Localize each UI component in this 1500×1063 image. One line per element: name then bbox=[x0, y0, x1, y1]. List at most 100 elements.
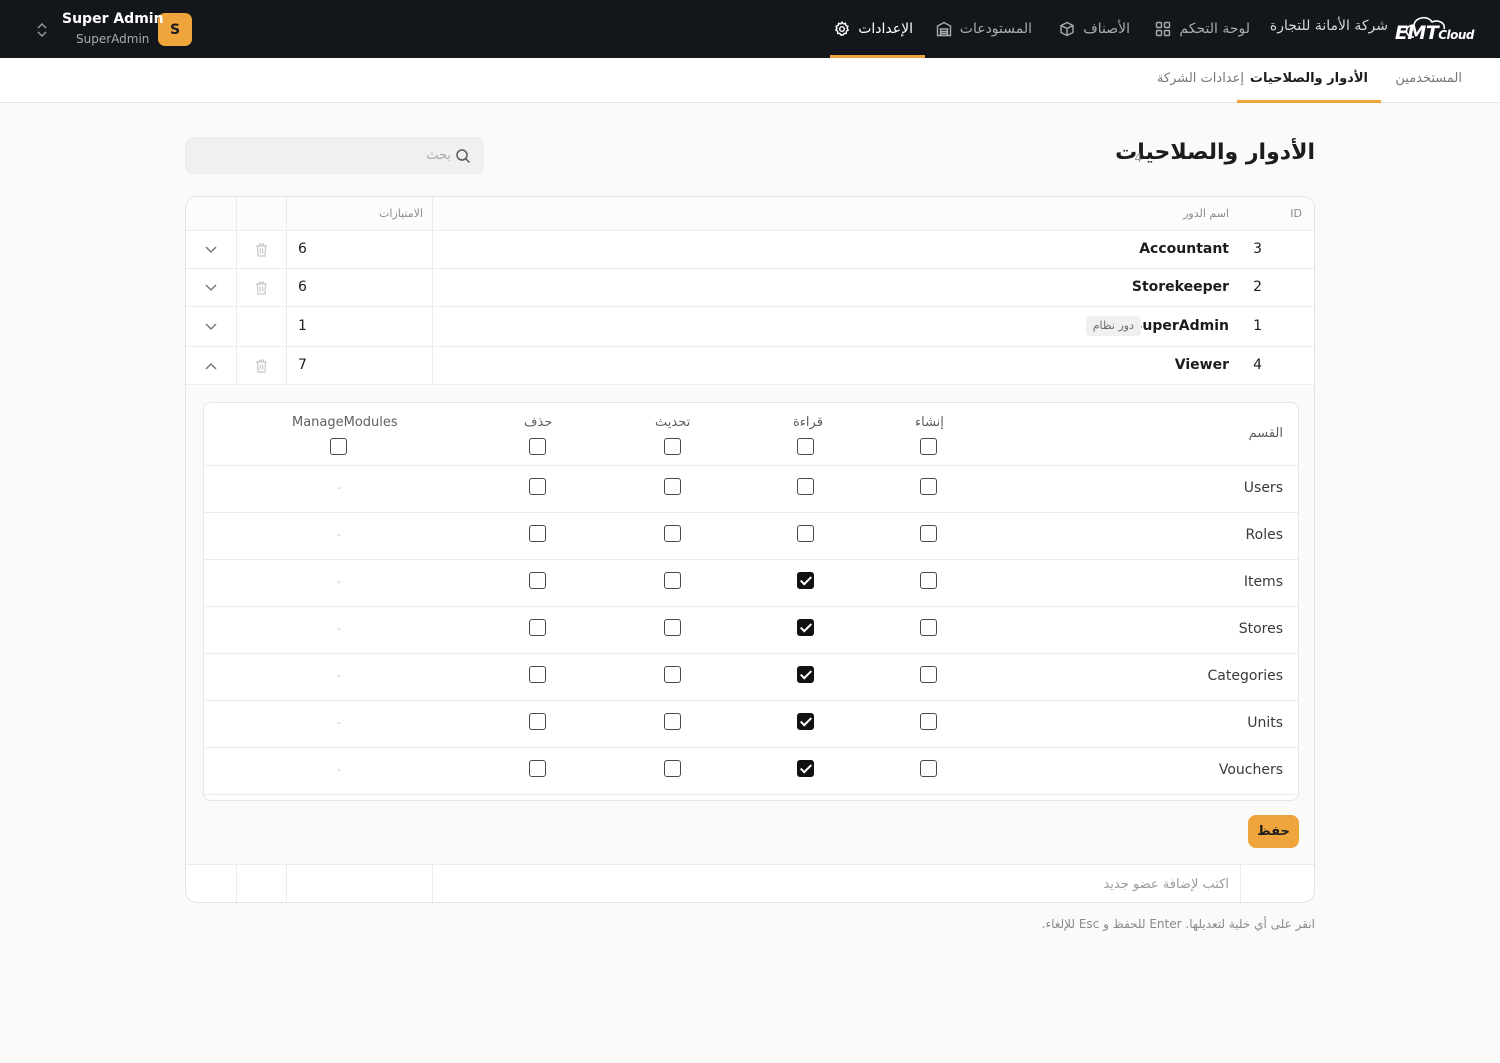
role-id: 3 bbox=[1253, 241, 1262, 257]
create-checkbox[interactable] bbox=[920, 525, 937, 542]
role-name[interactable]: Storekeeper bbox=[1132, 279, 1229, 295]
create-checkbox[interactable] bbox=[920, 760, 937, 777]
read-checkbox[interactable] bbox=[797, 760, 814, 777]
delete-checkbox[interactable] bbox=[529, 572, 546, 589]
manage-modules-value: - bbox=[337, 669, 341, 682]
table-header: ID اسم الدور الامتيازات bbox=[186, 197, 1314, 231]
update-checkbox[interactable] bbox=[664, 713, 681, 730]
permissions-matrix: القسم إنشاء قراءة تحديث حذف ManageModule… bbox=[203, 402, 1299, 801]
header-section: القسم bbox=[1248, 426, 1283, 441]
nav-settings[interactable]: الإعدادات bbox=[830, 0, 925, 58]
read-checkbox[interactable] bbox=[797, 666, 814, 683]
header-update: تحديث bbox=[655, 415, 691, 430]
system-role-badge: دور نظام bbox=[1085, 316, 1141, 336]
header-role-name: اسم الدور bbox=[1183, 207, 1229, 220]
select-all-manage-checkbox[interactable] bbox=[330, 438, 347, 455]
trash-icon[interactable] bbox=[255, 281, 268, 295]
delete-checkbox[interactable] bbox=[529, 478, 546, 495]
role-name[interactable]: Accountant bbox=[1139, 241, 1229, 257]
column-divider bbox=[432, 865, 433, 902]
create-checkbox[interactable] bbox=[920, 572, 937, 589]
section-label: Roles bbox=[1245, 527, 1283, 543]
chevron-updown-icon[interactable] bbox=[34, 20, 50, 40]
delete-checkbox[interactable] bbox=[529, 713, 546, 730]
update-checkbox[interactable] bbox=[664, 525, 681, 542]
page-title: الأدوار والصلاحيات bbox=[1115, 140, 1315, 165]
role-name[interactable]: SuperAdmin bbox=[1132, 318, 1229, 334]
update-checkbox[interactable] bbox=[664, 478, 681, 495]
trash-icon[interactable] bbox=[255, 359, 268, 373]
roles-count: 4 bbox=[1134, 151, 1142, 165]
section-label: Users bbox=[1243, 480, 1283, 496]
manage-modules-value: - bbox=[337, 528, 341, 541]
read-checkbox[interactable] bbox=[797, 572, 814, 589]
manage-modules-value: - bbox=[337, 481, 341, 494]
user-role: SuperAdmin bbox=[76, 32, 150, 46]
column-divider bbox=[236, 865, 237, 902]
box-icon bbox=[1060, 21, 1074, 37]
logo-text: EMTCloud bbox=[1394, 22, 1475, 44]
trash-icon[interactable] bbox=[255, 243, 268, 257]
read-checkbox[interactable] bbox=[797, 619, 814, 636]
permission-row: Vouchers - bbox=[204, 748, 1298, 795]
select-all-delete-checkbox[interactable] bbox=[529, 438, 546, 455]
table-row[interactable]: 3 Accountant 6 bbox=[186, 231, 1314, 269]
column-divider bbox=[236, 197, 237, 385]
nav-settings-label: الإعدادات bbox=[858, 21, 913, 37]
nav-dashboard-label: لوحة التحكم bbox=[1179, 21, 1250, 37]
table-row[interactable]: 1 SuperAdmin دور نظام 1 bbox=[186, 307, 1314, 347]
section-label: Categories bbox=[1207, 668, 1283, 684]
delete-checkbox[interactable] bbox=[529, 619, 546, 636]
emt-cloud-logo[interactable]: EMTCloud bbox=[1395, 13, 1474, 45]
tab-users[interactable]: المستخدمين bbox=[1395, 58, 1462, 103]
nav-warehouses[interactable]: المستودعات bbox=[936, 0, 1032, 58]
role-privileges: 1 bbox=[298, 318, 307, 334]
update-checkbox[interactable] bbox=[664, 572, 681, 589]
tab-company-settings[interactable]: إعدادات الشركة bbox=[1157, 58, 1244, 103]
read-checkbox[interactable] bbox=[797, 478, 814, 495]
update-checkbox[interactable] bbox=[664, 666, 681, 683]
delete-checkbox[interactable] bbox=[529, 525, 546, 542]
nav-items[interactable]: الأصناف bbox=[1059, 0, 1130, 58]
new-member-input[interactable] bbox=[629, 865, 1229, 902]
select-all-update-checkbox[interactable] bbox=[664, 438, 681, 455]
header-delete: حذف bbox=[524, 415, 553, 430]
settings-subtabs: المستخدمين الأدوار والصلاحيات إعدادات ال… bbox=[0, 58, 1500, 103]
chevron-down-icon[interactable] bbox=[205, 246, 217, 254]
gear-icon bbox=[835, 21, 850, 37]
header-privileges: الامتيازات bbox=[379, 207, 423, 220]
update-checkbox[interactable] bbox=[664, 619, 681, 636]
read-checkbox[interactable] bbox=[797, 525, 814, 542]
chevron-down-icon[interactable] bbox=[205, 284, 217, 292]
role-privileges: 7 bbox=[298, 357, 307, 373]
save-button[interactable]: حفظ bbox=[1248, 815, 1299, 848]
chevron-down-icon[interactable] bbox=[205, 323, 217, 331]
role-name[interactable]: Viewer bbox=[1175, 357, 1229, 373]
section-label: Vouchers bbox=[1218, 762, 1283, 778]
create-checkbox[interactable] bbox=[920, 478, 937, 495]
delete-checkbox[interactable] bbox=[529, 666, 546, 683]
nav-dashboard[interactable]: لوحة التحكم bbox=[1155, 0, 1250, 58]
permissions-header: القسم إنشاء قراءة تحديث حذف ManageModule… bbox=[204, 403, 1298, 466]
tab-roles-permissions[interactable]: الأدوار والصلاحيات bbox=[1236, 58, 1381, 103]
table-row[interactable]: 2 Storekeeper 6 bbox=[186, 269, 1314, 307]
permission-row: Stores - bbox=[204, 607, 1298, 654]
create-checkbox[interactable] bbox=[920, 666, 937, 683]
edit-hint: انقر على أي خلية لتعديلها. Enter للحفظ و… bbox=[1041, 917, 1315, 931]
select-all-read-checkbox[interactable] bbox=[797, 438, 814, 455]
top-navbar: EMTCloud شركة الأمانة للتجارة لوحة التحك… bbox=[0, 0, 1500, 58]
select-all-create-checkbox[interactable] bbox=[920, 438, 937, 455]
create-checkbox[interactable] bbox=[920, 713, 937, 730]
read-checkbox[interactable] bbox=[797, 713, 814, 730]
permission-row: Users - bbox=[204, 466, 1298, 513]
delete-checkbox[interactable] bbox=[529, 760, 546, 777]
table-row-expanded[interactable]: 4 Viewer 7 bbox=[186, 347, 1314, 385]
permission-row: Categories - bbox=[204, 654, 1298, 701]
header-id: ID bbox=[1290, 207, 1302, 220]
search-input[interactable] bbox=[196, 138, 451, 173]
chevron-up-icon[interactable] bbox=[205, 362, 217, 370]
create-checkbox[interactable] bbox=[920, 619, 937, 636]
update-checkbox[interactable] bbox=[664, 760, 681, 777]
column-divider bbox=[286, 197, 287, 385]
permission-row: Units - bbox=[204, 701, 1298, 748]
